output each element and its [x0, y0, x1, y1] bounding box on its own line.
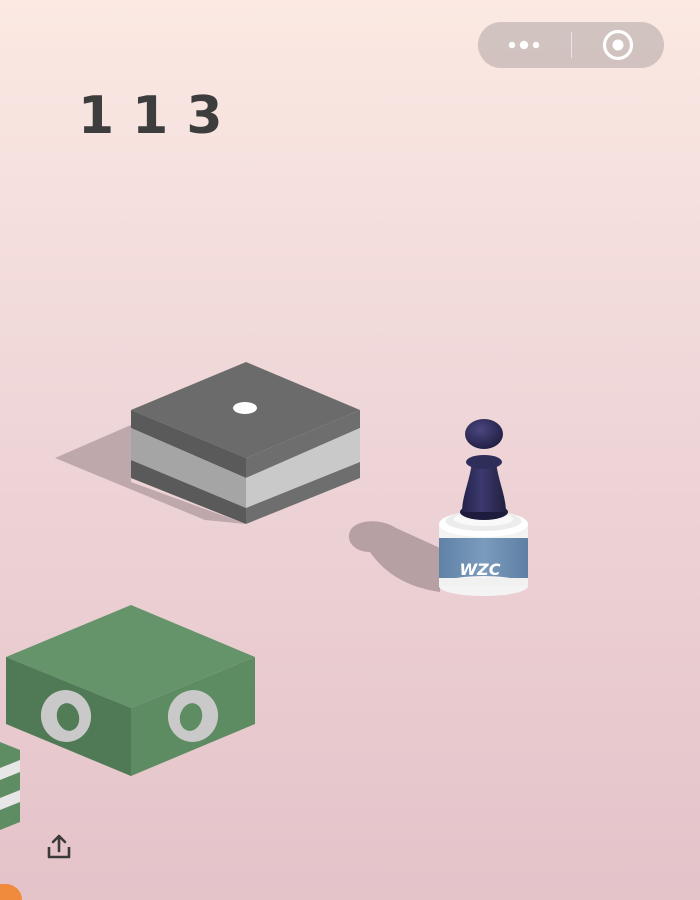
piece-head — [465, 419, 503, 449]
green-block-platform — [6, 605, 255, 776]
bottle-lower-band — [439, 578, 528, 586]
piece-body — [462, 462, 506, 512]
gray-block-platform — [55, 362, 360, 524]
share-button[interactable] — [44, 832, 74, 862]
bottle-label: WZC — [460, 560, 501, 579]
partial-green-block — [0, 742, 20, 830]
bottle-shadow — [348, 521, 440, 592]
piece-neck — [466, 455, 502, 469]
bottle-platform: WZC — [348, 511, 528, 596]
game-scene[interactable]: WZC — [0, 0, 700, 900]
player-piece[interactable] — [460, 419, 508, 520]
share-upload-icon — [47, 834, 71, 859]
center-target-dot — [233, 402, 257, 414]
